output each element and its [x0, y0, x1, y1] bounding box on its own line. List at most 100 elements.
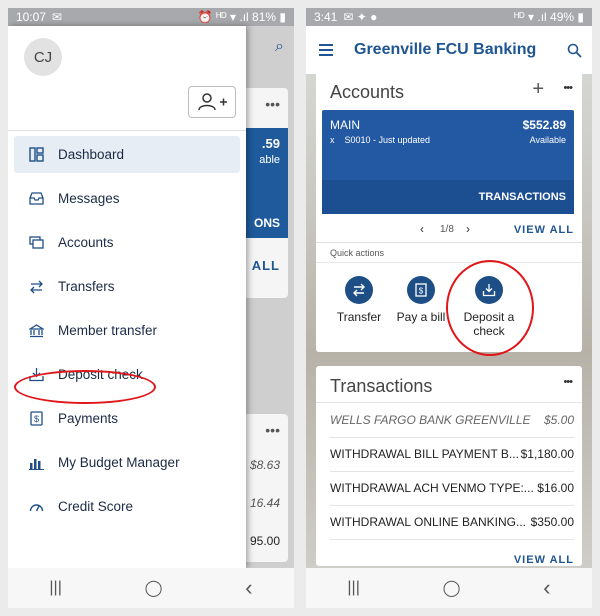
quick-action-pay-bill[interactable]: $ Pay a bill [386, 276, 456, 324]
more-icon: ••• [265, 96, 280, 112]
transactions-card: Transactions ••• WELLS FARGO BANK GREENV… [316, 366, 582, 566]
navigation-drawer: CJ Dashboard Messages Accounts Transfers… [8, 26, 246, 568]
mail-icon: ✉ ✦ ● [343, 10, 378, 24]
transactions-button[interactable]: TRANSACTIONS [479, 191, 566, 203]
android-nav-bar: ||| ◯ ‹ [306, 568, 592, 608]
more-icon[interactable]: ••• [563, 376, 573, 388]
menu-label: Payments [58, 411, 119, 426]
menu-item-transfers[interactable]: Transfers [14, 268, 240, 305]
menu-label: Credit Score [58, 499, 134, 514]
transaction-amount: $350.00 [530, 515, 574, 529]
menu-icon[interactable] [318, 43, 334, 57]
pager-indicator: 1/8 [440, 224, 454, 235]
menu-item-dashboard[interactable]: Dashboard [14, 136, 240, 173]
view-all-accounts-link[interactable]: VIEW ALL [514, 224, 574, 236]
transaction-amount: $16.00 [537, 481, 574, 495]
dashboard-icon [28, 147, 44, 163]
accounts-icon [28, 235, 44, 251]
recent-apps-icon[interactable]: ||| [49, 579, 61, 597]
menu-item-member-transfer[interactable]: Member transfer [14, 312, 240, 349]
transaction-row[interactable]: WELLS FARGO BANK GREENVILLE $5.00 [330, 403, 574, 438]
menu-item-deposit-check[interactable]: Deposit check [14, 356, 240, 393]
transaction-row[interactable]: WITHDRAWAL ACH VENMO TYPE:... $16.00 [330, 471, 574, 506]
bank-icon [28, 323, 44, 339]
divider [8, 130, 246, 131]
back-icon[interactable]: ‹ [543, 575, 550, 601]
search-icon[interactable] [567, 43, 582, 58]
accounts-card: Accounts + ••• MAIN $552.89 x S0010 - Ju… [316, 72, 582, 356]
more-icon: ••• [265, 422, 280, 438]
budget-icon [28, 455, 44, 471]
svg-text:$: $ [33, 414, 38, 424]
left-phone: 10:07 ✉ ⏰ ᴴᴰ ▾ .ıl 81% ▮ ⌕ ••• .59 able … [8, 8, 294, 608]
transactions-title: Transactions [330, 376, 433, 396]
menu-label: Messages [58, 191, 120, 206]
right-phone: 3:41 ✉ ✦ ● ᴴᴰ ▾ .ıl 49% ▮ Greenville FCU… [306, 8, 592, 608]
background-amount: 95.00 [249, 534, 280, 548]
next-page-button[interactable]: › [466, 222, 470, 236]
transaction-description: WITHDRAWAL ONLINE BANKING... [330, 515, 527, 529]
background-amount: 16.44 [249, 496, 280, 510]
accounts-title: Accounts [330, 82, 405, 102]
prev-page-button[interactable]: ‹ [420, 222, 424, 236]
quick-action-label: Transfer [336, 310, 382, 324]
add-user-icon [198, 93, 227, 111]
payments-icon: $ [28, 411, 44, 427]
home-icon[interactable]: ◯ [145, 578, 163, 598]
more-icon[interactable]: ••• [563, 82, 573, 94]
bill-icon: $ [407, 276, 435, 304]
quick-actions-label: Quick actions [330, 248, 385, 258]
menu-item-budget-manager[interactable]: My Budget Manager [14, 444, 240, 481]
menu-item-accounts[interactable]: Accounts [14, 224, 240, 261]
menu-label: Dashboard [58, 147, 125, 162]
account-tile-main[interactable]: MAIN $552.89 x S0010 - Just updated Avai… [322, 110, 574, 214]
status-indicators: ᴴᴰ ▾ .ıl 49% ▮ [514, 10, 584, 24]
app-title: Greenville FCU Banking [354, 41, 537, 58]
quick-action-label: Deposit a check [463, 310, 515, 338]
add-user-button[interactable] [188, 86, 236, 118]
add-account-button[interactable]: + [532, 78, 544, 101]
deposit-icon [28, 367, 44, 383]
background-transactions: ONS [253, 216, 280, 230]
status-bar: 3:41 ✉ ✦ ● ᴴᴰ ▾ .ıl 49% ▮ [306, 8, 592, 26]
background-amount: $8.63 [249, 458, 280, 472]
menu-label: Accounts [58, 235, 114, 250]
view-all-transactions-link[interactable]: VIEW ALL [514, 554, 574, 566]
back-icon[interactable]: ‹ [245, 575, 252, 601]
menu-item-messages[interactable]: Messages [14, 180, 240, 217]
quick-action-label: Pay a bill [396, 310, 446, 324]
account-number: x S0010 - Just updated [330, 135, 431, 145]
quick-action-deposit-check[interactable]: Deposit a check [454, 276, 524, 338]
transaction-row[interactable]: WITHDRAWAL ONLINE BANKING... $350.00 [330, 505, 574, 540]
transaction-amount: $5.00 [543, 413, 574, 427]
drawer-menu: Dashboard Messages Accounts Transfers Me… [14, 136, 240, 532]
svg-text:$: $ [419, 287, 424, 296]
home-icon[interactable]: ◯ [443, 578, 461, 598]
transaction-row[interactable]: WITHDRAWAL BILL PAYMENT B... $1,180.00 [330, 437, 574, 472]
quick-action-transfer[interactable]: Transfer [324, 276, 394, 324]
transaction-amount: $1,180.00 [520, 447, 574, 461]
recent-apps-icon[interactable]: ||| [347, 579, 359, 597]
transaction-description: WITHDRAWAL ACH VENMO TYPE:... [330, 481, 534, 495]
status-time: 3:41 [314, 10, 338, 24]
status-indicators: ⏰ ᴴᴰ ▾ .ıl 81% ▮ [197, 10, 286, 24]
account-balance: $552.89 [522, 118, 566, 132]
avatar[interactable]: CJ [24, 38, 62, 76]
background-balance: .59 [261, 136, 280, 151]
divider [316, 242, 582, 243]
status-time: 10:07 [16, 10, 47, 24]
menu-item-payments[interactable]: $ Payments [14, 400, 240, 437]
account-available: Available [529, 135, 566, 145]
messages-icon [28, 191, 44, 207]
status-bar: 10:07 ✉ ⏰ ᴴᴰ ▾ .ıl 81% ▮ [8, 8, 294, 26]
deposit-icon [475, 276, 503, 304]
menu-label: Member transfer [58, 323, 158, 338]
app-bar: Greenville FCU Banking [306, 26, 592, 74]
transfers-icon [28, 279, 44, 295]
gauge-icon [28, 499, 44, 515]
background-view-all: ALL [251, 258, 280, 273]
menu-label: Deposit check [58, 367, 143, 382]
menu-item-credit-score[interactable]: Credit Score [14, 488, 240, 525]
account-tile-footer: TRANSACTIONS [322, 180, 574, 214]
search-icon: ⌕ [275, 38, 284, 55]
